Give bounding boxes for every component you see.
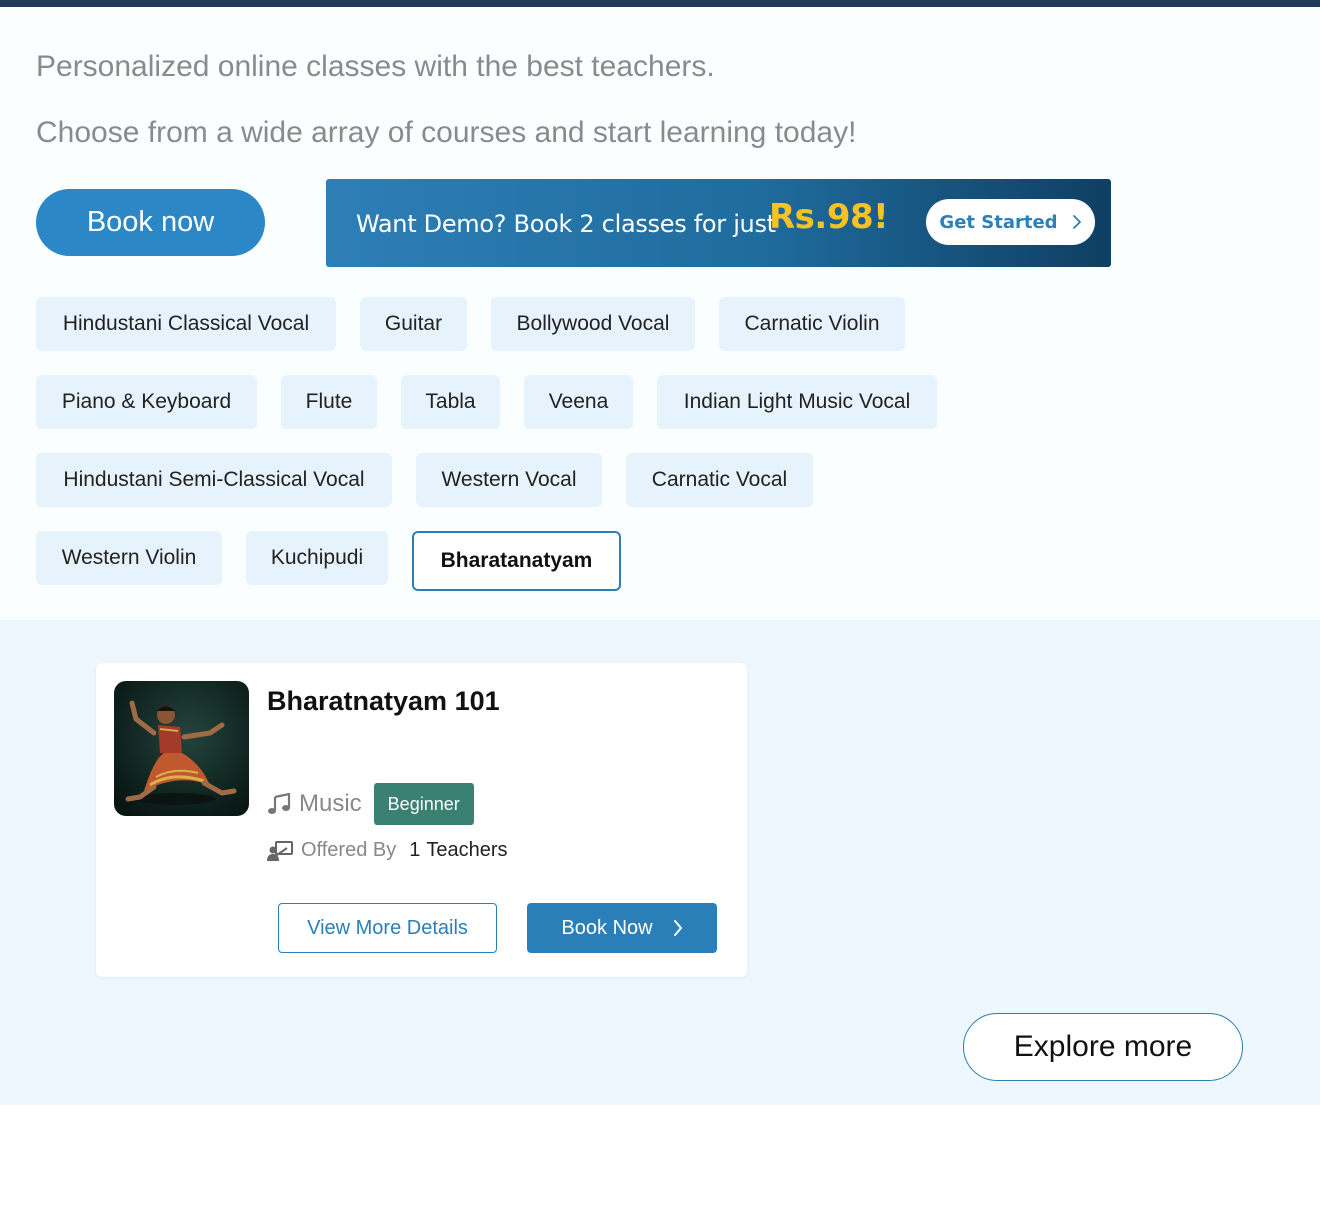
- offered-by-label: Offered By: [301, 839, 397, 861]
- book-now-button[interactable]: Book now: [36, 189, 265, 256]
- category-chip-guitar[interactable]: Guitar: [360, 297, 467, 351]
- hero-section: Personalized online classes with the bes…: [0, 7, 1320, 620]
- music-note-icon: [268, 793, 291, 814]
- demo-offer-price: Rs.98!: [769, 197, 889, 237]
- get-started-button[interactable]: Get Started: [926, 199, 1095, 245]
- demo-offer-text: Want Demo? Book 2 classes for just: [356, 210, 776, 238]
- course-thumbnail: [114, 681, 249, 816]
- category-chip-bharatanatyam-selected[interactable]: Bharatanatyam: [412, 531, 621, 591]
- teachers-label: Teachers: [426, 839, 508, 861]
- course-book-now-button[interactable]: Book Now: [527, 903, 717, 953]
- category-chip-carnatic-violin[interactable]: Carnatic Violin: [719, 297, 905, 351]
- category-chip-veena[interactable]: Veena: [524, 375, 633, 429]
- course-book-now-label: Book Now: [561, 916, 653, 939]
- course-category: Music: [299, 790, 362, 817]
- dancer-image: [125, 700, 237, 805]
- category-chip-tabla[interactable]: Tabla: [401, 375, 500, 429]
- course-level-badge: Beginner: [373, 783, 474, 825]
- view-more-details-button[interactable]: View More Details: [278, 903, 497, 953]
- category-chip-indian-light-music-vocal[interactable]: Indian Light Music Vocal: [657, 375, 937, 429]
- tagline-primary: Personalized online classes with the bes…: [36, 50, 715, 83]
- category-chip-flute[interactable]: Flute: [281, 375, 377, 429]
- category-chip-western-vocal[interactable]: Western Vocal: [416, 453, 602, 507]
- category-chip-bollywood-vocal[interactable]: Bollywood Vocal: [491, 297, 695, 351]
- offered-by-row: Offered By 1 Teachers: [267, 839, 508, 862]
- chevron-right-icon: [673, 920, 682, 936]
- category-chip-piano-keyboard[interactable]: Piano & Keyboard: [36, 375, 257, 429]
- course-card: Bharatnatyam 101 Music Beginner Offered …: [96, 663, 747, 977]
- teacher-icon: [267, 840, 293, 861]
- get-started-label: Get Started: [939, 211, 1058, 233]
- category-chip-kuchipudi[interactable]: Kuchipudi: [246, 531, 388, 585]
- top-nav-border: [0, 0, 1320, 7]
- teacher-count: 1: [409, 839, 421, 861]
- tagline-secondary: Choose from a wide array of courses and …: [36, 116, 857, 149]
- chevron-right-icon: [1072, 215, 1081, 229]
- course-category-row: Music Beginner: [267, 783, 474, 825]
- category-chip-carnatic-vocal[interactable]: Carnatic Vocal: [626, 453, 813, 507]
- explore-more-button[interactable]: Explore more: [963, 1013, 1243, 1081]
- demo-offer-banner[interactable]: Want Demo? Book 2 classes for just Rs.98…: [326, 179, 1111, 267]
- category-chip-western-violin[interactable]: Western Violin: [36, 531, 222, 585]
- category-chip-hindustani-semi-classical-vocal[interactable]: Hindustani Semi-Classical Vocal: [36, 453, 392, 507]
- course-title: Bharatnatyam 101: [267, 686, 500, 716]
- course-listing-section: Bharatnatyam 101 Music Beginner Offered …: [0, 620, 1320, 1105]
- category-chip-hindustani-classical-vocal[interactable]: Hindustani Classical Vocal: [36, 297, 336, 351]
